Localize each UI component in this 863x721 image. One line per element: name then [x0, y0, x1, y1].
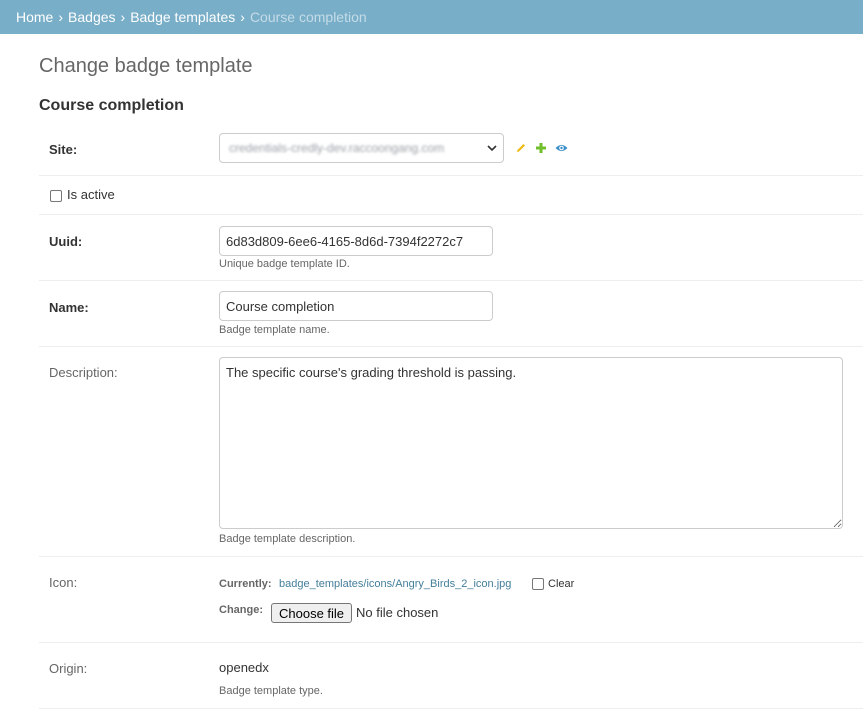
origin-value: openedx — [219, 660, 269, 675]
choose-file-button[interactable]: Choose file — [271, 603, 353, 623]
is-active-label: Is active — [67, 187, 115, 202]
site-label: Site: — [49, 142, 78, 157]
site-select-value: credentials-credly-dev.raccoongang.com — [229, 141, 445, 155]
is-active-checkbox[interactable] — [50, 190, 62, 202]
is-active-row: Is active — [39, 176, 863, 215]
origin-label: Origin: — [49, 661, 88, 676]
name-input[interactable] — [219, 291, 493, 321]
breadcrumb: Home › Badges › Badge templates › Course… — [0, 0, 863, 34]
description-textarea[interactable]: The specific course's grading threshold … — [219, 357, 843, 529]
no-file-chosen-text: No file chosen — [356, 605, 439, 620]
breadcrumb-home-link[interactable]: Home — [16, 9, 53, 25]
name-help: Badge template name. — [219, 324, 330, 336]
breadcrumb-current: Course completion — [249, 9, 367, 25]
breadcrumb-separator: › — [240, 9, 245, 25]
chevron-down-icon — [487, 145, 497, 152]
icon-clear-label: Clear — [548, 578, 575, 590]
icon-change-label: Change: — [219, 604, 263, 616]
icon-row: Icon: Currently: badge_templates/icons/A… — [39, 557, 863, 643]
icon-current-file-link[interactable]: badge_templates/icons/Angry_Birds_2_icon… — [279, 578, 511, 590]
site-select[interactable]: credentials-credly-dev.raccoongang.com — [219, 133, 504, 163]
description-label: Description: — [49, 365, 118, 380]
uuid-input[interactable] — [219, 226, 493, 256]
eye-icon[interactable] — [555, 141, 568, 159]
breadcrumb-badges-link[interactable]: Badges — [68, 9, 115, 25]
name-label: Name: — [49, 300, 89, 315]
breadcrumb-badge-templates-link[interactable]: Badge templates — [130, 9, 235, 25]
pencil-icon[interactable] — [515, 141, 527, 159]
uuid-label: Uuid: — [49, 234, 83, 249]
breadcrumb-separator: › — [58, 9, 64, 25]
description-help: Badge template description. — [219, 533, 356, 545]
icon-label: Icon: — [49, 575, 78, 590]
icon-currently-label: Currently: — [219, 578, 272, 590]
breadcrumb-separator: › — [120, 9, 126, 25]
uuid-help: Unique badge template ID. — [219, 258, 350, 270]
icon-clear-checkbox[interactable] — [532, 578, 544, 590]
plus-icon[interactable] — [535, 141, 547, 159]
origin-help: Badge template type. — [219, 685, 323, 697]
form-rows: Site: credentials-credly-dev.raccoongang… — [39, 34, 863, 721]
origin-row: Origin: openedx Badge template type. — [39, 643, 863, 709]
